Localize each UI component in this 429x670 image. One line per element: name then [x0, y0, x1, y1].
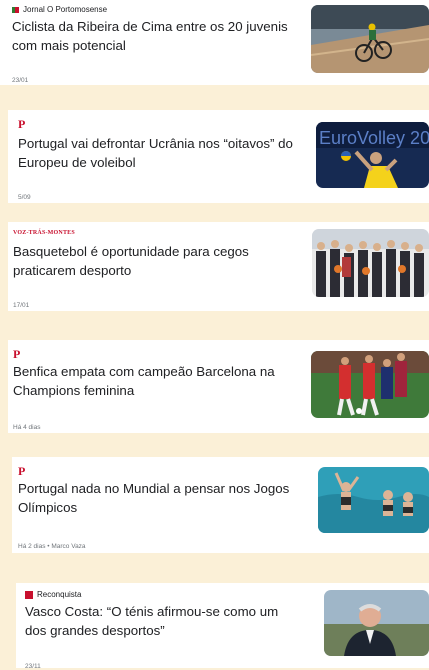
news-card[interactable]: P Portugal nada no Mundial a pensar nos … [12, 457, 429, 553]
news-card[interactable]: P Portugal vai defrontar Ucrânia nos “oi… [8, 110, 429, 203]
source-logo: P [13, 348, 20, 360]
article-date: 5/09 [18, 194, 31, 201]
article-title[interactable]: Portugal nada no Mundial a pensar nos Jo… [18, 479, 298, 517]
article-date: 17/01 [13, 302, 30, 309]
article-date: 23/01 [12, 77, 29, 84]
news-card[interactable]: VOZ-TRÁS-MONTES Basquetebol é oportunida… [8, 222, 429, 311]
publico-logo-icon: P [18, 117, 26, 131]
source-logo: VOZ-TRÁS-MONTES [13, 230, 75, 236]
image-caption-text: EuroVolley 202 [319, 128, 429, 148]
article-title[interactable]: Benfica empata com campeão Barcelona na … [13, 362, 303, 400]
source-name: Jornal O Portomosense [23, 5, 108, 14]
article-date: 23/11 [25, 663, 41, 670]
news-card[interactable]: P Benfica empata com campeão Barcelona n… [8, 340, 429, 433]
man-portrait-image[interactable] [324, 590, 429, 656]
source-logo: P [18, 465, 25, 477]
publico-logo-icon: P [18, 464, 26, 478]
football-match-image[interactable] [311, 351, 429, 418]
source-name: Reconquista [37, 590, 82, 599]
article-title[interactable]: Vasco Costa: “O ténis afirmou-se como um… [25, 602, 295, 640]
reconquista-logo-icon [25, 590, 33, 599]
source-label: Jornal O Portomosense [12, 5, 107, 14]
news-card[interactable]: Reconquista Vasco Costa: “O ténis afirmo… [16, 583, 429, 670]
group-photo-image[interactable] [312, 229, 429, 297]
article-title[interactable]: Portugal vai defrontar Ucrânia nos “oita… [18, 134, 303, 172]
source-label: Reconquista [25, 590, 81, 599]
article-date: Há 2 dias • Marco Vaza [18, 543, 86, 550]
flag-icon [12, 6, 19, 13]
volleyball-player-image[interactable]: EuroVolley 202 [316, 122, 429, 188]
voz-tras-montes-logo: VOZ-TRÁS-MONTES [13, 230, 75, 236]
news-card[interactable]: Jornal O Portomosense Ciclista da Ribeir… [0, 0, 429, 85]
article-title[interactable]: Ciclista da Ribeira de Cima entre os 20 … [12, 17, 297, 55]
publico-logo-icon: P [13, 347, 21, 361]
synchronized-swimming-image[interactable] [318, 467, 429, 533]
article-date: Há 4 dias [13, 424, 41, 431]
source-logo: P [18, 118, 25, 130]
cyclist-velodrome-image[interactable] [311, 5, 429, 73]
article-title[interactable]: Basquetebol é oportunidade para cegos pr… [13, 242, 303, 280]
